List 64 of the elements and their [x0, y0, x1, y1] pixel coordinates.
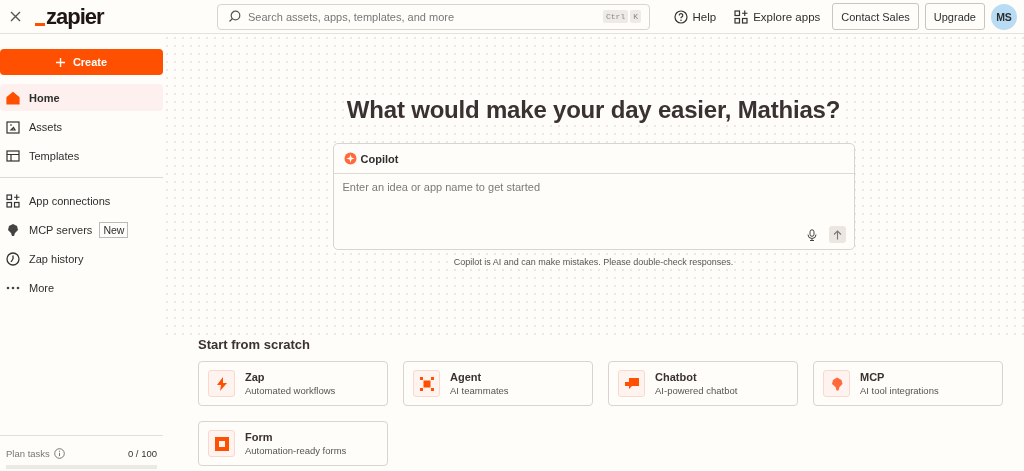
upgrade-button[interactable]: Upgrade: [924, 3, 985, 30]
microphone-icon[interactable]: [806, 228, 817, 241]
plan-tasks-count: 0 / 100: [127, 448, 157, 459]
template-card[interactable]: Zap Automated workflows: [198, 361, 388, 406]
shortcut-key: Ctrl: [603, 10, 629, 23]
new-badge: New: [99, 221, 129, 238]
nav-label: Zap history: [29, 252, 84, 265]
plus-icon: [55, 57, 65, 67]
arrow-up-icon: [832, 229, 842, 240]
shortcut-key: K: [630, 10, 641, 23]
nav-item[interactable]: MCP servers New: [0, 216, 163, 243]
card-title: Zap: [245, 371, 266, 383]
agent-icon: [419, 376, 434, 391]
sparkle-icon: [343, 152, 357, 165]
disclaimer-text: Copilot is AI and can make mistakes. Please double-check responses.: [453, 257, 734, 267]
card-title: Agent: [450, 371, 483, 383]
nav-label: Home: [29, 91, 60, 104]
nav-item[interactable]: Templates: [0, 142, 163, 169]
template-card[interactable]: Agent AI teammates: [403, 361, 593, 406]
search-input[interactable]: Search assets, apps, templates, and more: [248, 10, 596, 23]
send-button[interactable]: [828, 226, 846, 243]
info-icon[interactable]: [53, 448, 65, 459]
search-icon: [228, 10, 241, 23]
apps-grid-icon: [6, 193, 20, 208]
nav-label: MCP servers: [29, 223, 93, 236]
apps-grid-icon: [734, 9, 749, 24]
card-title: MCP: [860, 371, 886, 383]
nav-item[interactable]: More: [0, 274, 163, 301]
nav-label: Assets: [29, 120, 62, 133]
template-card[interactable]: Form Automation-ready forms: [198, 421, 388, 466]
card-subtitle: AI tool integrations: [860, 385, 939, 396]
nav-label: More: [29, 281, 55, 294]
chat-bubble-icon: [624, 377, 639, 390]
card-subtitle: AI-powered chatbot: [655, 385, 738, 396]
template-card[interactable]: MCP AI tool integrations: [813, 361, 1003, 406]
zapier-logo[interactable]: zapier: [35, 5, 104, 28]
house-icon: [6, 90, 20, 105]
template-card[interactable]: Chatbot AI-powered chatbot: [608, 361, 798, 406]
idea-input[interactable]: Enter an idea or app name to get started: [333, 174, 854, 226]
question-icon: [673, 9, 688, 24]
card-title: Form: [245, 431, 274, 443]
card-subtitle: Automated workflows: [245, 385, 336, 396]
nav-item[interactable]: Zap history: [0, 245, 163, 272]
user-avatar[interactable]: MS: [991, 3, 1017, 30]
card-title: Chatbot: [655, 371, 698, 383]
close-icon[interactable]: [10, 11, 21, 22]
help-button[interactable]: Help: [667, 5, 723, 28]
lightning-icon: [216, 376, 227, 391]
explore-apps-button[interactable]: Explore apps: [728, 5, 827, 28]
plan-tasks-label: Plan tasks: [6, 448, 50, 459]
card-subtitle: Automation-ready forms: [245, 445, 347, 456]
clock-icon: [6, 251, 20, 266]
template-icon: [6, 148, 20, 163]
nav-label: App connections: [29, 194, 111, 207]
section-heading: Start from scratch: [198, 337, 311, 352]
nav-item[interactable]: Home: [0, 84, 163, 111]
card-subtitle: AI teammates: [450, 385, 509, 396]
form-icon: [214, 436, 229, 451]
nav-item[interactable]: App connections: [0, 187, 163, 214]
nav-item[interactable]: Assets: [0, 113, 163, 140]
contact-sales-button[interactable]: Contact Sales: [832, 3, 919, 30]
copilot-title: Copilot: [360, 152, 399, 165]
assets-icon: [6, 119, 20, 134]
nav-label: Templates: [29, 149, 80, 162]
